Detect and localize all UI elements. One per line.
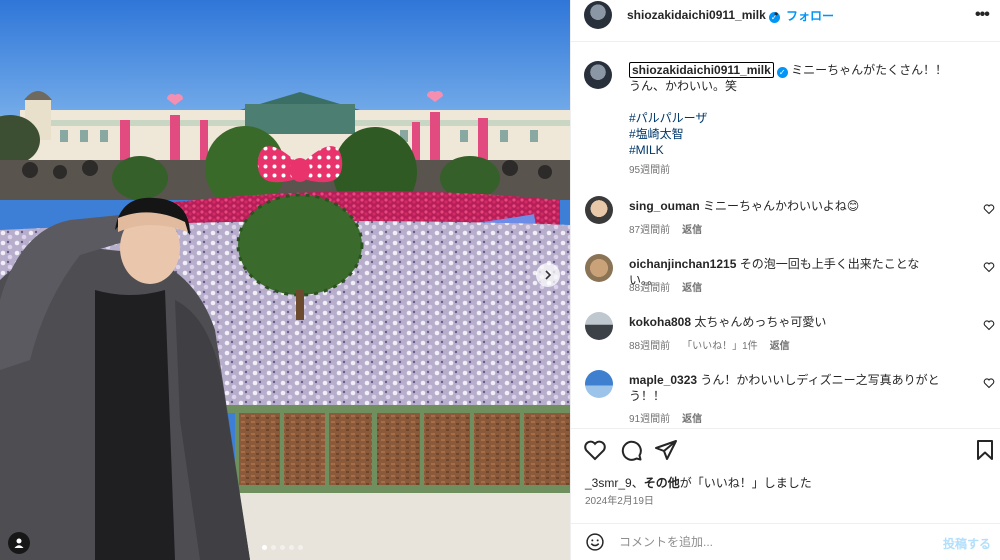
- carousel-dot: [271, 545, 276, 550]
- comment-like-heart-icon[interactable]: [983, 319, 995, 331]
- comment-time[interactable]: 91週間前: [629, 414, 670, 425]
- comment-item: sing_ouman ミニーちゃんかわいいよね😊 87週間前 返信: [571, 196, 1000, 240]
- hashtag-link[interactable]: #塩崎太智: [629, 126, 707, 142]
- comment-username[interactable]: sing_ouman: [629, 199, 700, 213]
- post-detail-panel: shiozakidaichi0911_milk ✓ • フォロー ••• shio…: [570, 0, 1000, 560]
- caption-timestamp[interactable]: 95週間前: [629, 161, 670, 176]
- comment-input[interactable]: [619, 532, 919, 552]
- liked-by-users[interactable]: _3smr_9、: [585, 476, 644, 490]
- separator-dot: •: [774, 7, 779, 21]
- comment-like-heart-icon[interactable]: [983, 261, 995, 273]
- photo-scene: [0, 0, 570, 560]
- username-text: shiozakidaichi0911_milk: [627, 8, 766, 22]
- hashtag-list: #パルパルーザ #塩崎太智 #MILK: [629, 110, 707, 158]
- hashtag-link[interactable]: #パルパルーザ: [629, 110, 707, 126]
- bookmark-icon[interactable]: [973, 438, 997, 462]
- comment-username[interactable]: maple_0323: [629, 373, 697, 387]
- caption-line-1: ミニーちゃんがたくさん！！: [791, 63, 948, 77]
- comment-text: ミニーちゃんかわいいよね😊: [703, 199, 860, 213]
- comment-time[interactable]: 88週間前: [629, 341, 670, 352]
- person-icon: [14, 538, 24, 548]
- commenter-avatar[interactable]: [585, 196, 613, 224]
- reply-button[interactable]: 返信: [682, 283, 702, 294]
- caption-username[interactable]: shiozakidaichi0911_milk: [629, 62, 774, 78]
- comment-item: oichanjinchan1215 その泡一回も上手く出来たことない。。 88週…: [571, 254, 1000, 298]
- comment-item: kokoha808 太ちゃんめっちゃ可愛い 88週間前 「いいね！」1件 返信: [571, 312, 1000, 356]
- post-header: shiozakidaichi0911_milk ✓ • フォロー •••: [571, 0, 1000, 30]
- follow-button[interactable]: フォロー: [786, 7, 834, 24]
- more-options-icon[interactable]: •••: [975, 6, 990, 24]
- actions-divider: [571, 428, 1000, 429]
- comment-box: 投稿する: [571, 523, 1000, 560]
- comment-likes-count[interactable]: 「いいね！」1件: [682, 341, 758, 352]
- caption-line-2: うん、かわいい。笑: [629, 79, 738, 93]
- post-photo[interactable]: [0, 0, 570, 560]
- avatar[interactable]: [584, 1, 612, 29]
- share-send-icon[interactable]: [654, 438, 678, 462]
- comment-time[interactable]: 88週間前: [629, 283, 670, 294]
- reply-button[interactable]: 返信: [770, 341, 790, 352]
- post-comment-button[interactable]: 投稿する: [943, 535, 991, 552]
- emoji-icon[interactable]: [585, 532, 605, 552]
- comment-like-heart-icon[interactable]: [983, 377, 995, 389]
- reply-button[interactable]: 返信: [682, 225, 702, 236]
- commenter-avatar[interactable]: [585, 254, 613, 282]
- user-tag-icon[interactable]: [8, 532, 30, 554]
- carousel-dot: [262, 545, 267, 550]
- commenter-avatar[interactable]: [585, 312, 613, 340]
- comment-text: 太ちゃんめっちゃ可愛い: [694, 315, 827, 329]
- likes-suffix: が「いいね！」しました: [679, 476, 812, 490]
- verified-badge-icon: ✓: [776, 67, 788, 78]
- carousel-dot: [298, 545, 303, 550]
- carousel-next-button[interactable]: [536, 263, 560, 287]
- reply-button[interactable]: 返信: [682, 414, 702, 425]
- comment-username[interactable]: kokoha808: [629, 315, 691, 329]
- likes-summary: _3smr_9、その他が「いいね！」しました: [585, 474, 812, 491]
- like-heart-icon[interactable]: [583, 438, 607, 462]
- commenter-avatar[interactable]: [585, 370, 613, 398]
- caption-avatar[interactable]: [584, 61, 612, 89]
- caption-text: shiozakidaichi0911_milk ✓ ミニーちゃんがたくさん！！ う…: [629, 62, 979, 94]
- header-divider: [571, 41, 1000, 42]
- post-date[interactable]: 2024年2月19日: [585, 492, 654, 507]
- post-actions: [571, 438, 1000, 462]
- liked-by-others[interactable]: その他: [644, 476, 680, 490]
- chevron-right-icon: [545, 270, 552, 280]
- comment-bubble-icon[interactable]: [619, 438, 643, 462]
- carousel-dot: [280, 545, 285, 550]
- comment-username[interactable]: oichanjinchan1215: [629, 257, 736, 271]
- header-username[interactable]: shiozakidaichi0911_milk ✓: [627, 8, 780, 23]
- comment-like-heart-icon[interactable]: [983, 203, 995, 215]
- hashtag-link[interactable]: #MILK: [629, 142, 707, 158]
- carousel-indicator: [262, 545, 303, 550]
- carousel-dot: [289, 545, 294, 550]
- comment-time[interactable]: 87週間前: [629, 225, 670, 236]
- comment-item: maple_0323 うん！かわいいしディズニー之写真ありがとう！！ 91週間前…: [571, 370, 1000, 425]
